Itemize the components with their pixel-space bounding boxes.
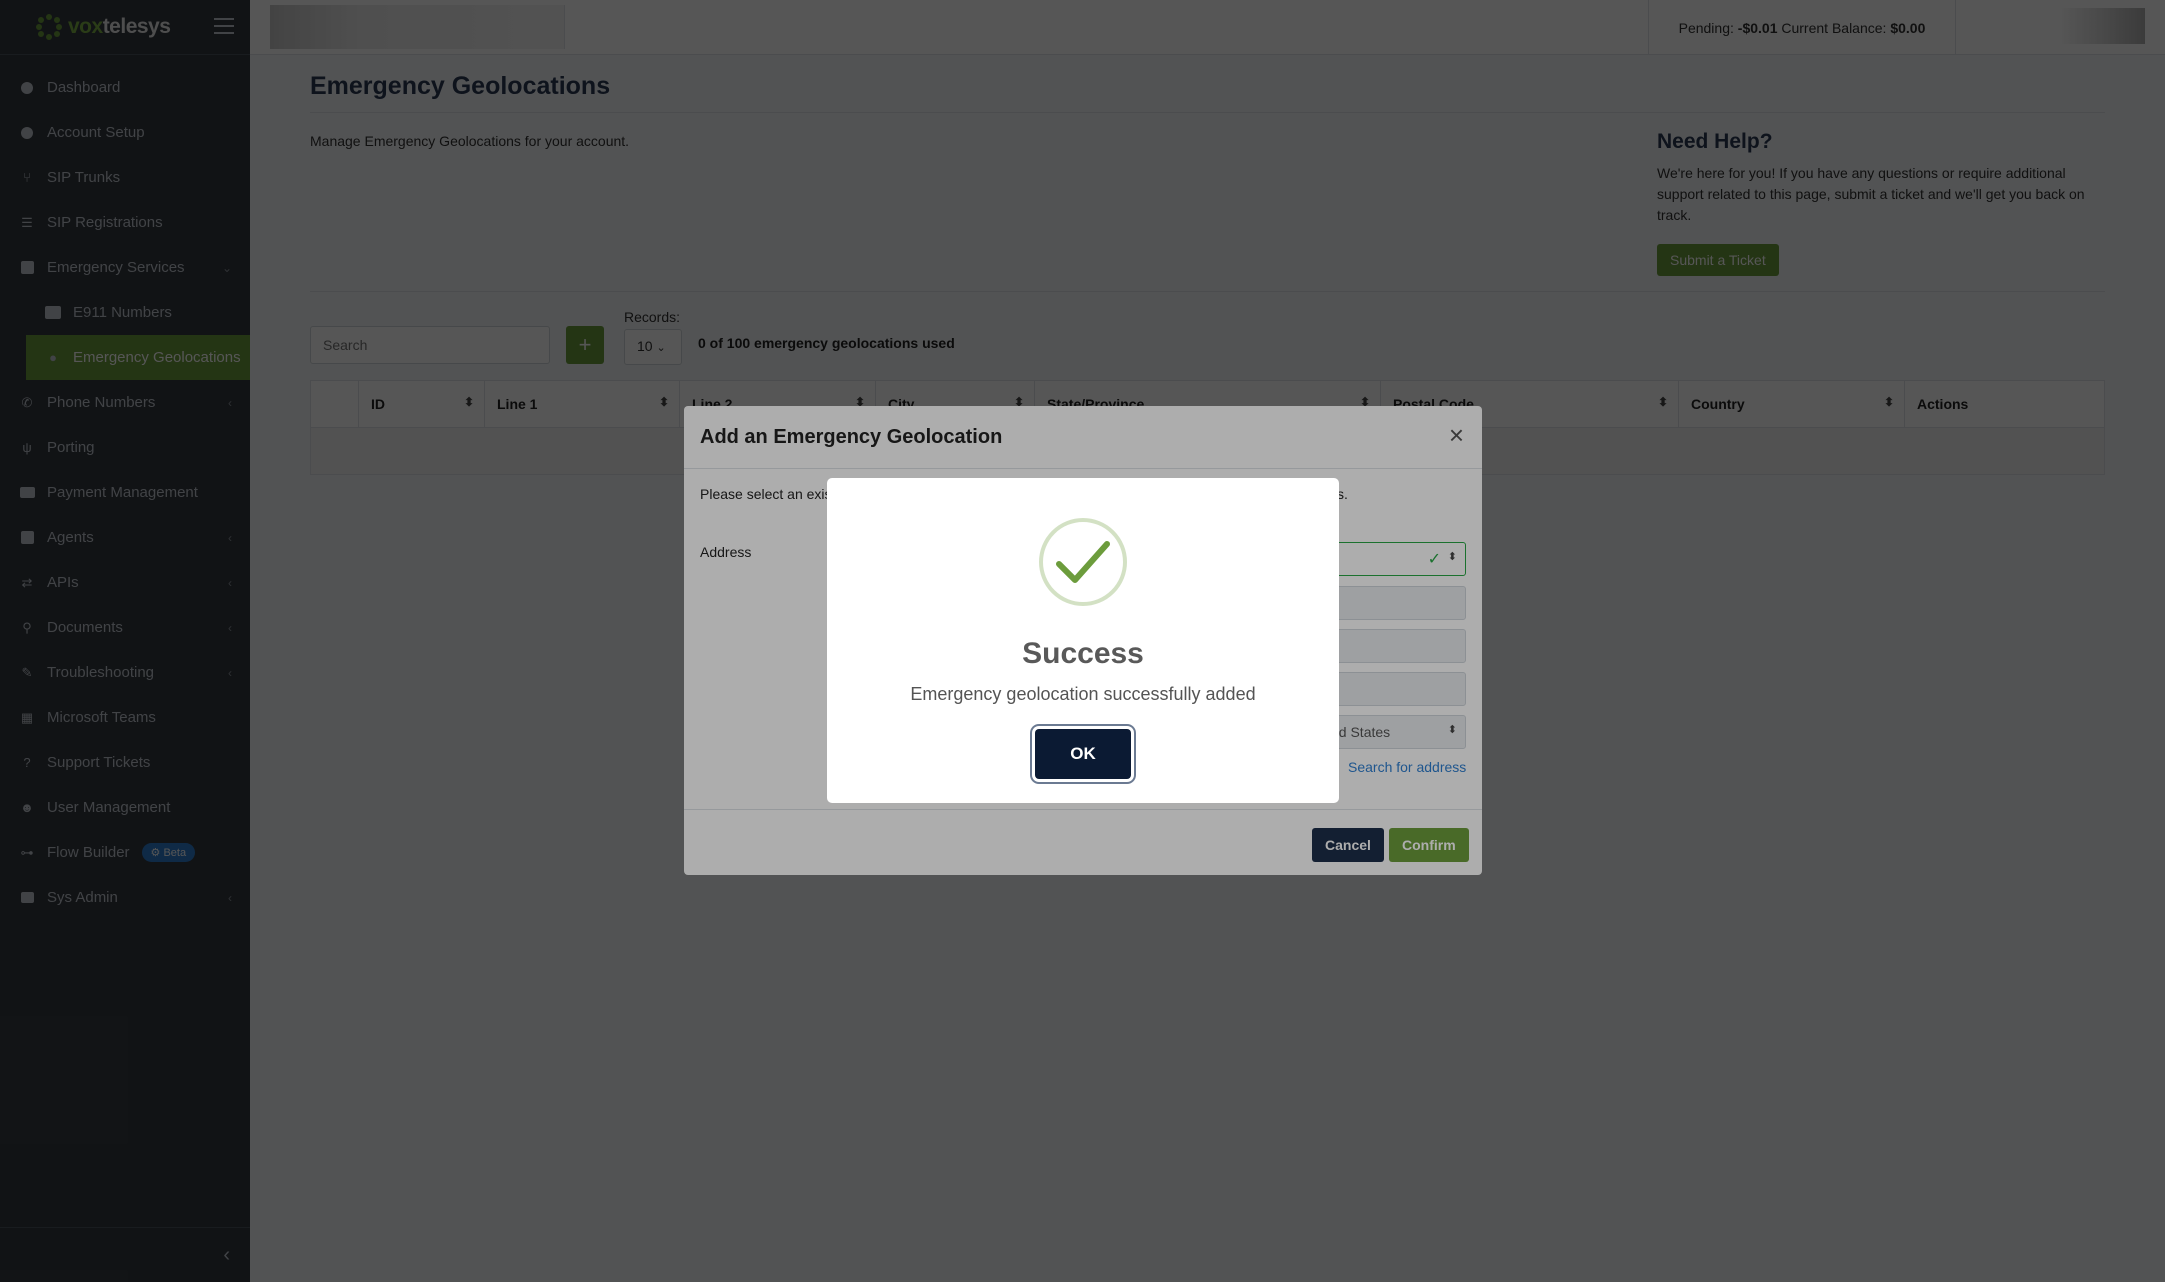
success-check-icon xyxy=(1039,518,1127,606)
success-dialog: Success Emergency geolocation successful… xyxy=(827,478,1339,803)
alert-title: Success xyxy=(1022,637,1144,670)
ok-button[interactable]: OK xyxy=(1035,729,1131,779)
alert-message: Emergency geolocation successfully added xyxy=(910,684,1256,704)
